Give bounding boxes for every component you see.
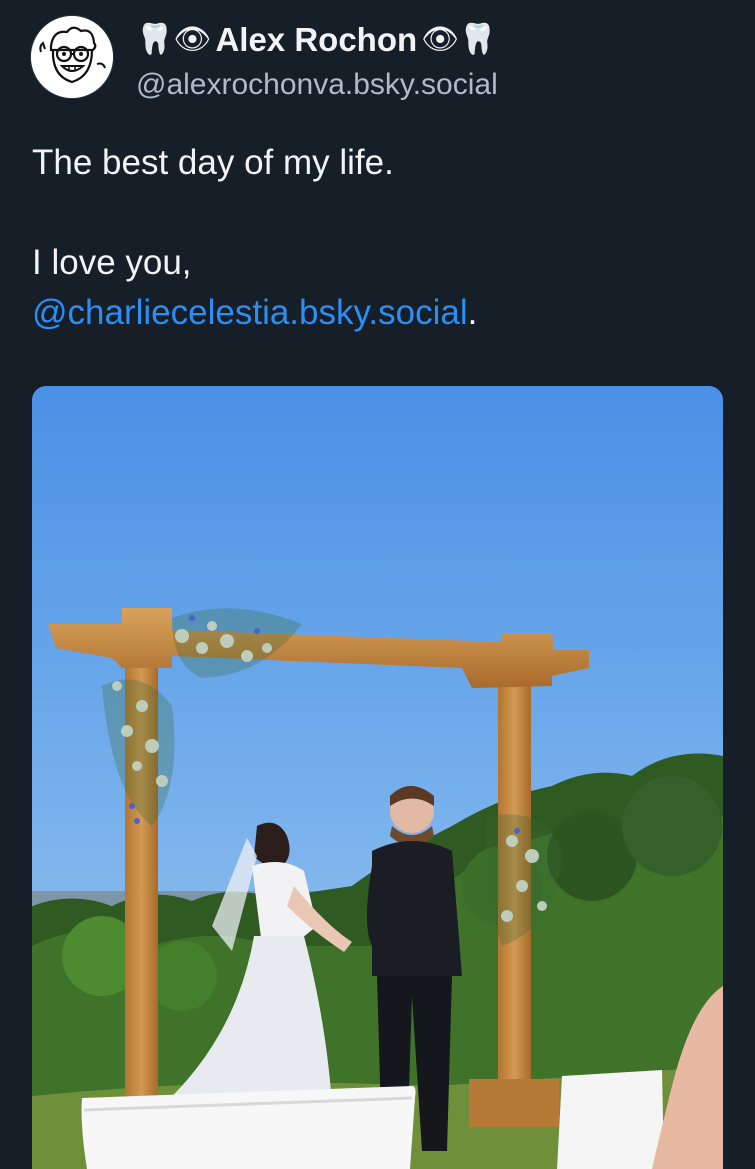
author-name-row[interactable]: 🦷👁 Alex Rochon 👁🦷 <box>136 16 497 64</box>
post-text-line-3: @charliecelestia.bsky.social. <box>32 288 722 338</box>
cartoon-face-avatar-icon <box>31 16 113 98</box>
post-image[interactable] <box>32 386 723 1169</box>
tooth-eye-emoji-prefix: 🦷👁 <box>136 22 212 57</box>
wedding-ceremony-photo <box>32 386 723 1169</box>
eye-tooth-emoji-suffix: 👁🦷 <box>421 22 497 57</box>
post-text-line-1: The best day of my life. <box>32 143 394 182</box>
post: 🦷👁 Alex Rochon 👁🦷 @alexrochonva.bsky.soc… <box>0 0 755 1169</box>
mention-suffix: . <box>467 293 478 332</box>
author-display-name[interactable]: Alex Rochon <box>215 21 417 59</box>
mention-link[interactable]: @charliecelestia.bsky.social <box>32 293 468 332</box>
post-text: The best day of my life. I love you, @ch… <box>32 138 722 338</box>
post-text-line-2: I love you, <box>32 243 192 282</box>
author-handle[interactable]: @alexrochonva.bsky.social <box>136 68 498 102</box>
author-avatar[interactable] <box>30 15 114 99</box>
